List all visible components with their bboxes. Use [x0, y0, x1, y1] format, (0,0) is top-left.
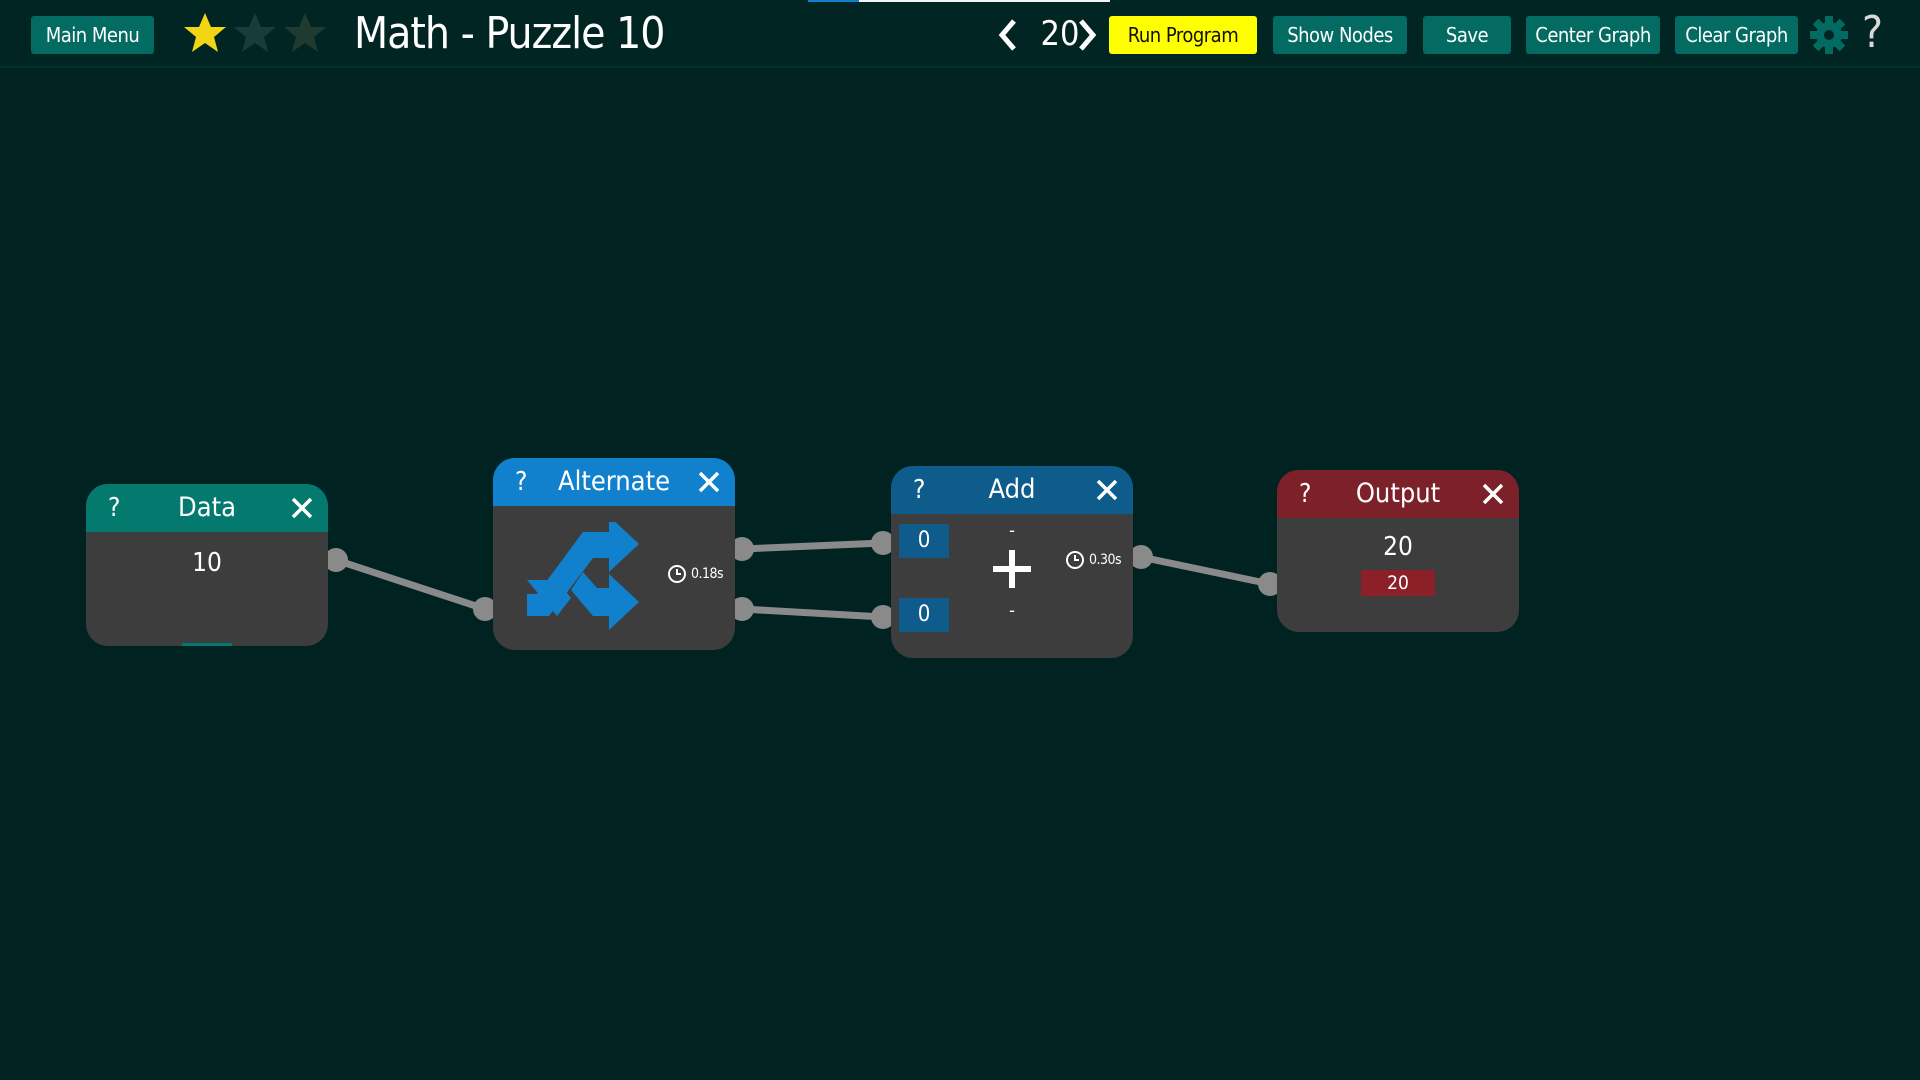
alternate-arrows-icon [527, 516, 643, 634]
output-node[interactable]: ? Output 20 20 [1277, 470, 1519, 632]
alternate-timer-value: 0.18s [691, 566, 724, 582]
data-current-value: 10 [192, 548, 222, 578]
output-node-body: 20 20 [1277, 518, 1519, 632]
output-target-value: 20 [1361, 570, 1435, 596]
data-next-value: 40 [182, 643, 232, 646]
add-node-header[interactable]: ? Add [891, 466, 1133, 514]
output-current-value: 20 [1383, 532, 1413, 562]
wire-alternate-to-add-b [738, 605, 887, 621]
add-input-b: 0 [899, 598, 949, 632]
add-input-b-dash: - [1009, 600, 1015, 621]
alternate-node[interactable]: ? Alternate 0.18s [493, 458, 735, 650]
alternate-node-title: Alternate [557, 466, 671, 497]
wire-alternate-to-add-a [738, 539, 887, 553]
clock-icon [1066, 551, 1084, 569]
data-node-help-icon[interactable]: ? [108, 484, 120, 532]
add-node[interactable]: ? Add 0 0 - - 0.30s [891, 466, 1133, 658]
close-icon[interactable] [290, 496, 314, 520]
alternate-node-body: 0.18s [493, 506, 735, 650]
wire-data-to-alternate [332, 556, 489, 613]
wire-add-to-output [1137, 553, 1274, 588]
add-node-body: 0 0 - - 0.30s [891, 514, 1133, 658]
alternate-node-header[interactable]: ? Alternate [493, 458, 735, 506]
plus-icon [991, 548, 1033, 590]
add-input-a-dash: - [1009, 520, 1015, 541]
output-node-header[interactable]: ? Output [1277, 470, 1519, 518]
data-node-title: Data [178, 492, 236, 523]
add-node-help-icon[interactable]: ? [913, 466, 925, 514]
clock-icon [668, 565, 686, 583]
alternate-timer: 0.18s [667, 564, 724, 584]
add-input-a: 0 [899, 524, 949, 558]
output-node-help-icon[interactable]: ? [1299, 470, 1311, 518]
output-node-title: Output [1355, 478, 1441, 509]
close-icon[interactable] [1481, 482, 1505, 506]
close-icon[interactable] [697, 470, 721, 494]
add-node-title: Add [988, 474, 1036, 505]
add-timer: 0.30s [1065, 550, 1122, 570]
close-icon[interactable] [1095, 478, 1119, 502]
alternate-node-help-icon[interactable]: ? [515, 458, 527, 506]
data-node[interactable]: ? Data 10 40 [86, 484, 328, 646]
data-node-body: 10 40 [86, 532, 328, 646]
add-timer-value: 0.30s [1089, 552, 1122, 568]
data-node-header[interactable]: ? Data [86, 484, 328, 532]
